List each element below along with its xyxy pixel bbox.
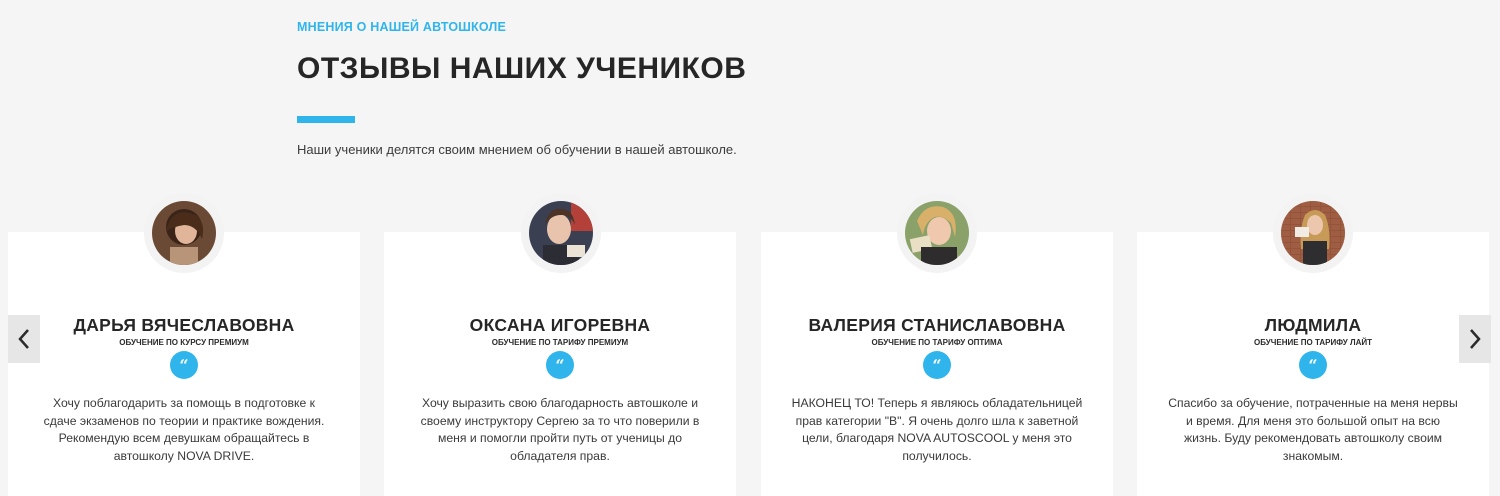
quote-icon: “ — [546, 351, 574, 379]
reviewer-plan: ОБУЧЕНИЕ ПО ТАРИФУ ЛАЙТ — [1254, 338, 1372, 347]
section-eyebrow: МНЕНИЯ О НАШЕЙ АВТОШКОЛЕ — [297, 20, 506, 34]
avatar-photo — [1281, 201, 1345, 265]
avatar-photo — [152, 201, 216, 265]
review-text: Хочу выразить свою благодарность автошко… — [420, 396, 700, 463]
avatar — [897, 193, 977, 273]
review-text: Хочу поблагодарить за помощь в подготовк… — [43, 396, 325, 463]
reviewer-name: ВАЛЕРИЯ СТАНИСЛАВОВНА — [808, 315, 1066, 335]
chevron-left-icon — [18, 329, 29, 349]
quote-icon: “ — [923, 351, 951, 379]
reviewer-plan: ОБУЧЕНИЕ ПО ТАРИФУ ОПТИМА — [871, 338, 1003, 347]
carousel-next-button[interactable] — [1459, 315, 1491, 363]
review-text: НАКОНЕЦ ТО! Теперь я являюсь обладательн… — [791, 396, 1083, 463]
reviewer-plan: ОБУЧЕНИЕ ПО КУРСУ ПРЕМИУМ — [119, 338, 249, 347]
section-title: ОТЗЫВЫ НАШИХ УЧЕНИКОВ — [297, 52, 747, 85]
review-text: Спасибо за обучение, потраченные на меня… — [1168, 396, 1458, 463]
reviewer-name: ЛЮДМИЛА — [1264, 315, 1362, 335]
avatar-photo — [905, 201, 969, 265]
quote-icon: “ — [170, 351, 198, 379]
title-underline — [297, 116, 355, 123]
avatar — [144, 193, 224, 273]
reviewer-plan: ОБУЧЕНИЕ ПО ТАРИФУ ПРЕМИУМ — [491, 338, 629, 347]
reviewer-name: ОКСАНА ИГОРЕВНА — [469, 315, 651, 335]
reviewer-name: ДАРЬЯ ВЯЧЕСЛАВОВНА — [73, 315, 295, 335]
section-subtitle: Наши ученики делятся своим мнением об об… — [297, 142, 737, 157]
avatar — [521, 193, 601, 273]
chevron-right-icon — [1470, 329, 1481, 349]
quote-icon: “ — [1299, 351, 1327, 379]
avatar — [1273, 193, 1353, 273]
carousel-prev-button[interactable] — [8, 315, 40, 363]
avatar-photo — [529, 201, 593, 265]
